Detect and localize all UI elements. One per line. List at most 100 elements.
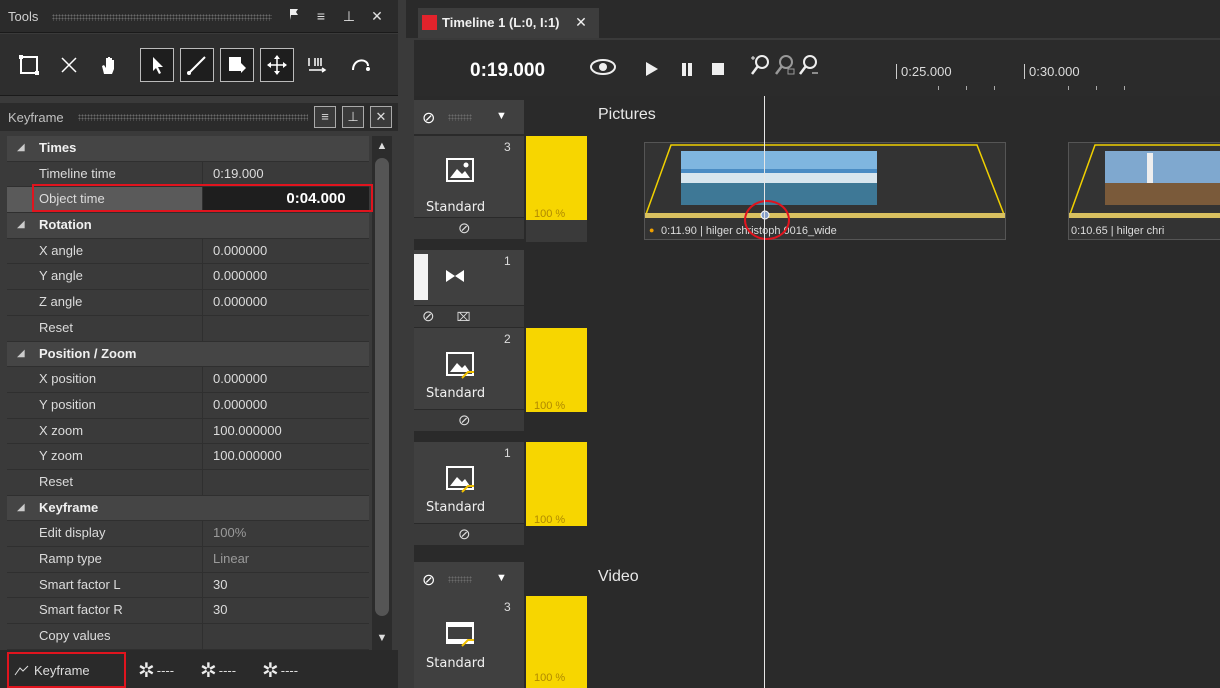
prop-row-x-angle[interactable]: X angle 0.000000 (7, 238, 369, 265)
category-label: Keyframe (39, 499, 99, 515)
timeline-clip[interactable]: ● 0:11.90 | hilger christoph 0016_wide (644, 142, 1006, 240)
prop-row-reset[interactable]: Reset (7, 315, 369, 342)
mute-icon[interactable]: ⊘ (414, 409, 524, 431)
track-header[interactable]: 3 Standard ⊘ (414, 136, 524, 240)
pause-icon[interactable] (680, 60, 694, 83)
prop-value[interactable]: 0.000000 (203, 239, 369, 264)
play-icon[interactable] (644, 60, 660, 83)
menu-icon[interactable]: ≡ (314, 106, 336, 128)
prop-row-edit-display[interactable]: Edit display 100% (7, 521, 369, 547)
hand-icon[interactable] (92, 48, 126, 82)
zoom-out-icon[interactable] (798, 54, 820, 81)
curve-icon[interactable] (344, 48, 378, 82)
close-icon[interactable]: ✕ (368, 7, 386, 25)
prop-row-ramp-type[interactable]: Ramp type Linear (7, 547, 369, 573)
pointer-icon[interactable] (140, 48, 174, 82)
prop-row-copy-values[interactable]: Copy values (7, 624, 369, 650)
ruler-tick (1096, 86, 1097, 90)
mute-icon[interactable]: ⊘ (414, 217, 524, 239)
drag-grip[interactable] (448, 114, 472, 121)
zoom-fit-icon[interactable] (774, 54, 796, 81)
collapse-icon[interactable]: ◢ (17, 496, 25, 520)
split-icon[interactable] (300, 48, 334, 82)
eye-icon[interactable] (590, 58, 616, 81)
chevron-down-icon[interactable]: ▼ (496, 572, 507, 584)
category-label: Rotation (39, 217, 92, 233)
category-times[interactable]: ◢ Times (7, 136, 369, 162)
chevron-down-icon[interactable]: ▼ (496, 110, 507, 122)
property-scrollbar[interactable]: ▲ ▼ (372, 136, 392, 650)
stop-icon[interactable] (710, 60, 726, 83)
prop-value[interactable]: Linear (203, 547, 369, 572)
scroll-down-icon[interactable]: ▼ (374, 632, 390, 646)
timeline-clip[interactable]: 0:10.65 | hilger chri (1068, 142, 1220, 240)
prop-value[interactable]: 30 (203, 573, 369, 598)
group-header-video[interactable]: ⊘ ▼ (414, 562, 524, 596)
category-keyframe[interactable]: ◢ Keyframe (7, 495, 369, 522)
prop-name: X zoom (7, 418, 203, 444)
pin-icon[interactable]: ⊥ (342, 106, 364, 128)
prop-name: Y angle (7, 264, 203, 290)
track-header[interactable]: 1 Standard ⊘ (414, 442, 524, 546)
select-rect-icon[interactable] (12, 48, 46, 82)
tab-settings-3[interactable]: ✲ ---- (262, 655, 298, 685)
prop-value[interactable]: 0.000000 (203, 367, 369, 392)
zoom-in-icon[interactable] (750, 54, 772, 81)
category-label: Times (39, 140, 77, 155)
move-icon[interactable] (260, 48, 294, 82)
prop-value[interactable]: 0.000000 (203, 393, 369, 418)
prop-row-y-angle[interactable]: Y angle 0.000000 (7, 264, 369, 291)
prop-value[interactable] (203, 624, 369, 649)
prop-row-y-position[interactable]: Y position 0.000000 (7, 392, 369, 419)
drag-grip[interactable] (448, 576, 472, 583)
tab-timeline-1[interactable]: Timeline 1 (L:0, I:1) ✕ (418, 8, 599, 38)
prop-value[interactable]: 0.000000 (203, 290, 369, 315)
prop-value[interactable]: 30 (203, 598, 369, 623)
pin-icon[interactable]: ⊥ (340, 7, 358, 25)
mute-icon[interactable]: ⊘ (414, 523, 524, 545)
close-icon[interactable]: ✕ (370, 106, 392, 128)
prop-value[interactable]: 100.000000 (203, 444, 369, 469)
cut-icon[interactable] (52, 48, 86, 82)
scroll-thumb[interactable] (375, 158, 389, 616)
line-icon[interactable] (180, 48, 214, 82)
keyframe-panel-header: Keyframe ≡ ⊥ ✕ (0, 103, 398, 131)
track-header[interactable]: 2 Standard ⊘ (414, 328, 524, 432)
playhead[interactable] (764, 96, 765, 688)
prop-value[interactable] (203, 470, 369, 495)
transition-mode-icon[interactable]: ⌧ (457, 310, 471, 324)
flag-icon[interactable] (286, 7, 304, 25)
mute-icon[interactable]: ⊘ ⌧ (414, 305, 524, 327)
prop-row-smart-factor-l[interactable]: Smart factor L 30 (7, 572, 369, 599)
track-header[interactable]: 3 Standard (414, 596, 524, 688)
prop-value[interactable] (203, 316, 369, 341)
close-icon[interactable]: ✕ (575, 14, 587, 30)
scroll-up-icon[interactable]: ▲ (374, 140, 390, 154)
tab-settings-2[interactable]: ✲ ---- (200, 655, 236, 685)
prop-value[interactable]: 0:19.000 (203, 162, 369, 187)
prop-value[interactable]: 0.000000 (203, 264, 369, 289)
collapse-icon[interactable]: ◢ (17, 213, 25, 237)
transition-track-header[interactable]: 1 ⊘ ⌧ (414, 250, 524, 328)
collapse-icon[interactable]: ◢ (17, 136, 25, 160)
prop-row-x-position[interactable]: X position 0.000000 (7, 367, 369, 393)
prop-row-y-zoom[interactable]: Y zoom 100.000000 (7, 444, 369, 470)
mute-icon[interactable]: ⊘ (422, 108, 435, 128)
mute-icon[interactable]: ⊘ (422, 570, 435, 590)
category-rotation[interactable]: ◢ Rotation (7, 213, 369, 239)
ruler-tick (1124, 86, 1125, 90)
shape-icon[interactable] (220, 48, 254, 82)
prop-row-reset[interactable]: Reset (7, 469, 369, 496)
drag-grip[interactable] (78, 114, 308, 121)
tab-settings-1[interactable]: ✲ ---- (138, 655, 174, 685)
prop-row-z-angle[interactable]: Z angle 0.000000 (7, 290, 369, 316)
menu-icon[interactable]: ≡ (312, 7, 330, 25)
group-header-pictures[interactable]: ⊘ ▼ (414, 100, 524, 134)
collapse-icon[interactable]: ◢ (17, 342, 25, 366)
prop-row-smart-factor-r[interactable]: Smart factor R 30 (7, 598, 369, 625)
drag-grip[interactable] (52, 14, 272, 21)
prop-value[interactable]: 100.000000 (203, 419, 369, 444)
prop-row-x-zoom[interactable]: X zoom 100.000000 (7, 418, 369, 445)
category-position-zoom[interactable]: ◢ Position / Zoom (7, 341, 369, 368)
prop-value[interactable]: 100% (203, 521, 369, 546)
